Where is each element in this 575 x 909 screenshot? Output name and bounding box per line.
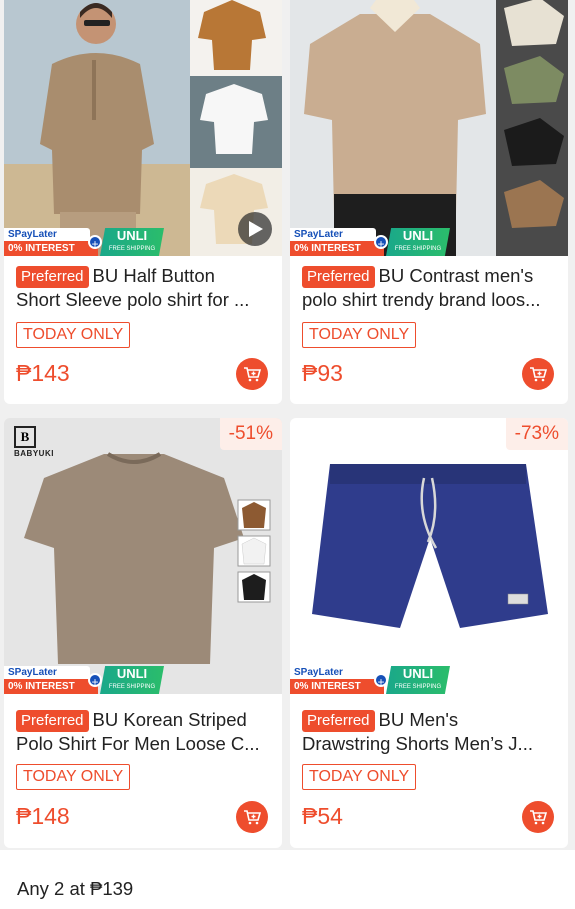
free-shipping-label: FREE SHIPPING — [108, 684, 156, 690]
bundle-deal-text: Any 2 at ₱139 — [17, 878, 134, 899]
unli-shipping-badge: UNLI FREE SHIPPING — [100, 228, 164, 256]
plus-icon: + — [88, 235, 102, 251]
today-only-badge: TODAY ONLY — [302, 764, 417, 790]
product-image[interactable]: B BABYUKI -51% SPayLater 0% INTEREST + U… — [4, 418, 282, 694]
interest-label: 0% INTEREST — [4, 679, 98, 694]
free-shipping-label: FREE SHIPPING — [394, 246, 442, 252]
plus-icon: + — [374, 673, 388, 689]
product-card-korean-striped-polo[interactable]: B BABYUKI -51% SPayLater 0% INTEREST + U… — [4, 418, 282, 848]
product-image[interactable]: SPayLater 0% INTEREST + UNLI FREE SHIPPI… — [4, 0, 282, 256]
brand-logo: B BABYUKI — [14, 426, 54, 458]
spaylater-label: SPayLater — [290, 666, 376, 680]
preferred-badge: Preferred — [16, 266, 89, 288]
preferred-badge: Preferred — [16, 710, 89, 732]
spaylater-label: SPayLater — [290, 228, 376, 242]
title-line-2: Drawstring Shorts Men’s J... — [302, 733, 533, 754]
product-image[interactable]: -73% SPayLater 0% INTEREST + UNLI FREE S… — [290, 418, 568, 694]
product-image[interactable]: SPayLater 0% INTEREST + UNLI FREE SHIPPI… — [290, 0, 568, 256]
product-price: ₱93 — [302, 360, 343, 386]
promo-banner: SPayLater 0% INTEREST + UNLI FREE SHIPPI… — [290, 666, 568, 694]
add-to-cart-button[interactable] — [522, 801, 554, 833]
product-card-half-button-polo[interactable]: SPayLater 0% INTEREST + UNLI FREE SHIPPI… — [4, 0, 282, 404]
bundle-deal-bar[interactable]: Any 2 at ₱139 — [0, 850, 575, 909]
plus-icon: + — [374, 235, 388, 251]
product-title[interactable]: Preferred BU Contrast men's polo shirt tr… — [302, 264, 558, 312]
unli-label: UNLI — [116, 228, 148, 243]
product-price: ₱143 — [16, 360, 70, 386]
free-shipping-label: FREE SHIPPING — [108, 246, 156, 252]
product-card-drawstring-shorts[interactable]: -73% SPayLater 0% INTEREST + UNLI FREE S… — [290, 418, 568, 848]
cart-icon — [244, 810, 262, 825]
product-title[interactable]: Preferred BU Korean Striped Polo Shirt Fo… — [16, 708, 272, 756]
interest-label: 0% INTEREST — [4, 241, 98, 256]
unli-shipping-badge: UNLI FREE SHIPPING — [100, 666, 164, 694]
brand-name: BABYUKI — [14, 449, 54, 458]
plus-icon: + — [88, 673, 102, 689]
title-line-1: BU Men's — [378, 709, 459, 730]
unli-label: UNLI — [402, 666, 434, 681]
product-title[interactable]: Preferred BU Men's Drawstring Shorts Men’… — [302, 708, 558, 756]
title-line-1: BU Half Button — [92, 265, 215, 286]
preferred-badge: Preferred — [302, 710, 375, 732]
product-price: ₱148 — [16, 803, 70, 829]
cart-icon — [530, 810, 548, 825]
add-to-cart-button[interactable] — [522, 358, 554, 390]
title-line-1: BU Korean Striped — [92, 709, 247, 730]
spaylater-label: SPayLater — [4, 228, 90, 242]
promo-banner: SPayLater 0% INTEREST + UNLI FREE SHIPPI… — [4, 666, 282, 694]
today-only-badge: TODAY ONLY — [16, 322, 131, 348]
unli-shipping-badge: UNLI FREE SHIPPING — [386, 666, 450, 694]
today-only-badge: TODAY ONLY — [16, 764, 131, 790]
free-shipping-label: FREE SHIPPING — [394, 684, 442, 690]
brand-mark: B — [14, 426, 36, 448]
interest-label: 0% INTEREST — [290, 679, 384, 694]
unli-shipping-badge: UNLI FREE SHIPPING — [386, 228, 450, 256]
interest-label: 0% INTEREST — [290, 241, 384, 256]
discount-badge: -73% — [505, 418, 568, 450]
promo-banner: SPayLater 0% INTEREST + UNLI FREE SHIPPI… — [4, 228, 282, 256]
cart-icon — [244, 367, 262, 382]
cart-icon — [530, 367, 548, 382]
discount-badge: -51% — [219, 418, 282, 450]
spaylater-label: SPayLater — [4, 666, 90, 680]
promo-banner: SPayLater 0% INTEREST + UNLI FREE SHIPPI… — [290, 228, 568, 256]
product-card-contrast-polo[interactable]: SPayLater 0% INTEREST + UNLI FREE SHIPPI… — [290, 0, 568, 404]
title-line-2: Short Sleeve polo shirt for ... — [16, 289, 250, 310]
title-line-2: Polo Shirt For Men Loose C... — [16, 733, 260, 754]
add-to-cart-button[interactable] — [236, 358, 268, 390]
title-line-2: polo shirt trendy brand loos... — [302, 289, 541, 310]
today-only-badge: TODAY ONLY — [302, 322, 417, 348]
title-line-1: BU Contrast men's — [378, 265, 534, 286]
add-to-cart-button[interactable] — [236, 801, 268, 833]
unli-label: UNLI — [402, 228, 434, 243]
product-price: ₱54 — [302, 803, 343, 829]
product-title[interactable]: Preferred BU Half Button Short Sleeve pol… — [16, 264, 272, 312]
preferred-badge: Preferred — [302, 266, 375, 288]
unli-label: UNLI — [116, 666, 148, 681]
